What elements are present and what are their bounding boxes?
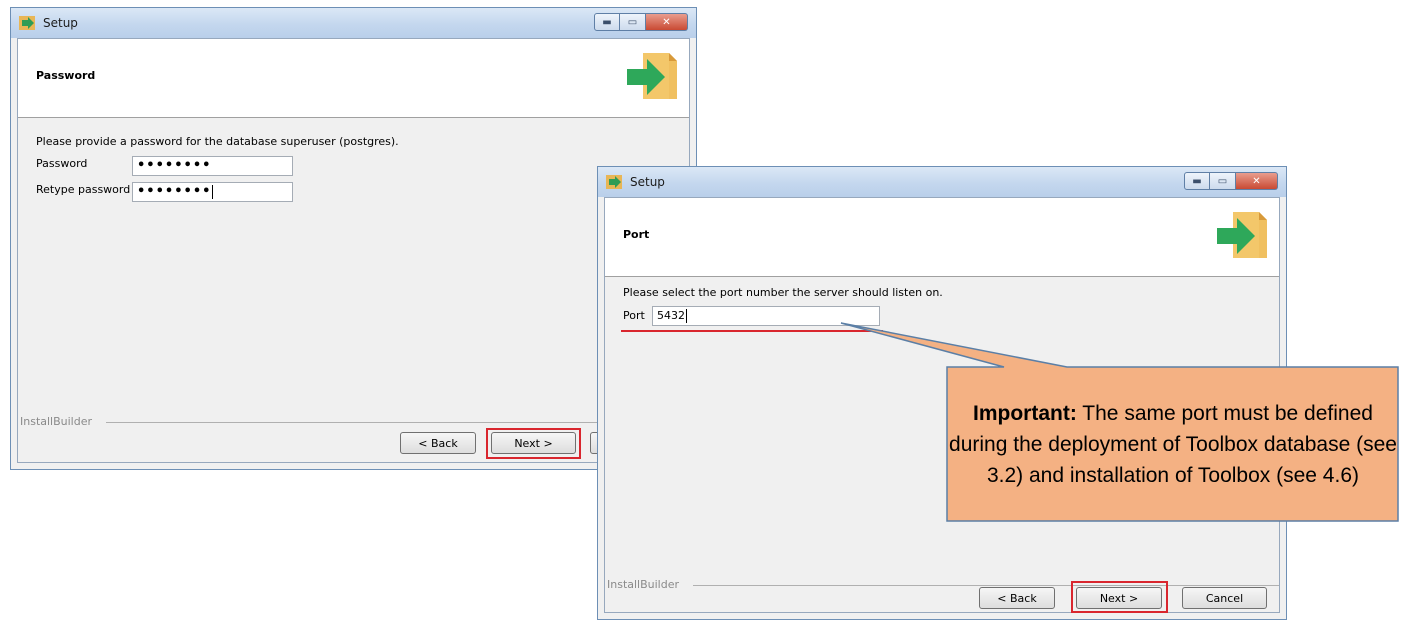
callout-bold: Important: bbox=[973, 402, 1077, 425]
callout-shape bbox=[840, 322, 1399, 522]
important-callout: Important: The same port must be defined… bbox=[947, 368, 1399, 521]
